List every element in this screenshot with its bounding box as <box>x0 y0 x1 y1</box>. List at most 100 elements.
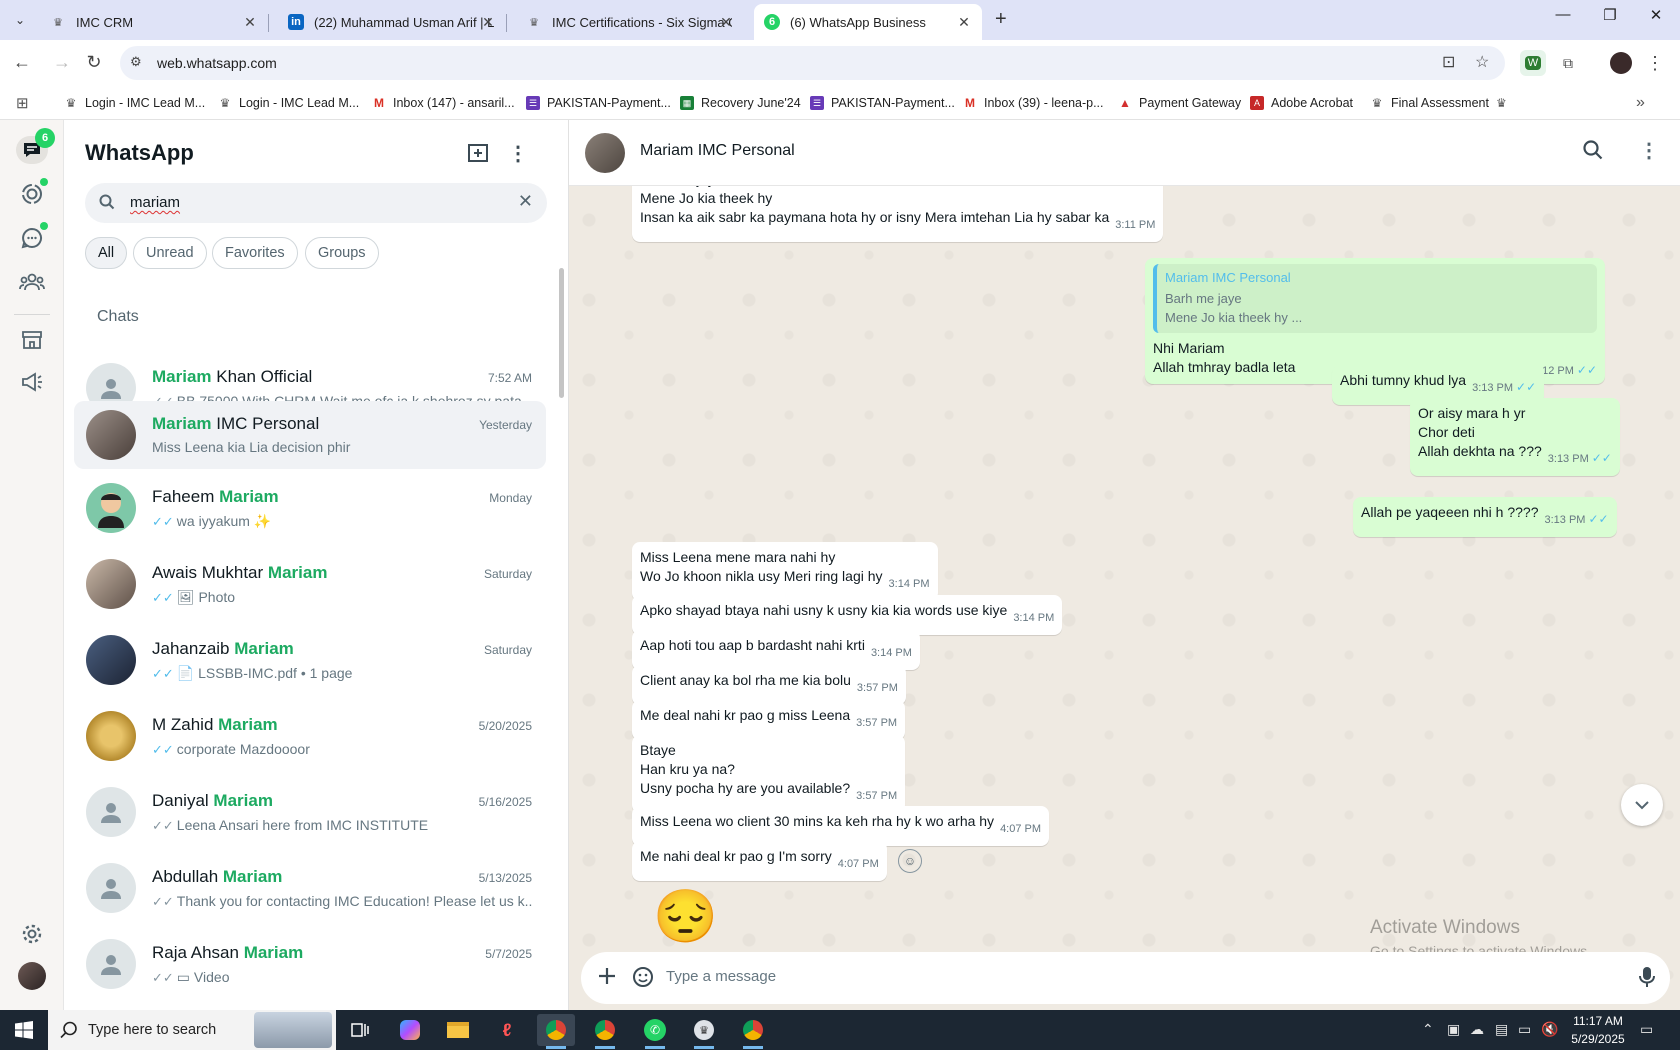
back-icon[interactable]: ← <box>10 52 34 73</box>
sticker-emoji-icon[interactable] <box>632 966 654 993</box>
scroll-down-button[interactable] <box>1621 784 1663 826</box>
copilot-icon[interactable] <box>391 1014 429 1046</box>
message-incoming[interactable]: Me nahi deal kr pao g I'm sorry 4:07 PM <box>632 841 887 881</box>
show-hidden-icons-icon[interactable]: ⌃ <box>1422 1021 1434 1038</box>
close-icon[interactable]: ✕ <box>718 14 734 31</box>
app-icon[interactable]: ℓ <box>488 1014 526 1046</box>
filter-all[interactable]: All <box>85 237 128 269</box>
site-info-icon[interactable]: ⚙ <box>130 54 142 70</box>
close-icon[interactable]: ✕ <box>480 14 496 31</box>
chat-row-selected[interactable]: Mariam IMC Personal Yesterday Miss Leena… <box>74 401 546 469</box>
taskbar-search[interactable]: Type here to search <box>48 1010 336 1050</box>
chat-row[interactable]: Jahanzaib Mariam Saturday ✓✓ 📄 LSSBB-IMC.… <box>74 624 546 696</box>
onedrive-icon[interactable]: ☁ <box>1470 1021 1484 1038</box>
react-emoji-icon[interactable]: ☺ <box>898 849 922 873</box>
tab-whatsapp-business[interactable]: 6 (6) WhatsApp Business ✕ <box>754 4 982 40</box>
install-app-icon[interactable]: ⊡ <box>1442 52 1455 72</box>
chat-row[interactable]: M Zahid Mariam 5/20/2025 ✓✓ corporate Maz… <box>74 700 546 772</box>
apps-grid-icon[interactable]: ⊞ <box>16 94 29 112</box>
advertise-icon[interactable] <box>18 368 46 396</box>
new-tab-icon[interactable]: + <box>995 8 1007 31</box>
chat-row[interactable]: Faheem Mariam Monday ✓✓ wa iyyakum ✨ <box>74 472 546 544</box>
scrollbar[interactable] <box>559 268 564 398</box>
browser-menu-icon[interactable]: ⋮ <box>1642 50 1668 76</box>
windows-start-icon[interactable] <box>0 1010 48 1050</box>
bookmark-item[interactable]: M Inbox (39) - leena-p... <box>963 94 1104 112</box>
search-input[interactable]: mariam ✕ <box>85 183 547 223</box>
whatsapp-extension-icon[interactable]: W <box>1520 50 1546 76</box>
task-view-icon[interactable] <box>341 1014 379 1046</box>
reload-icon[interactable]: ↻ <box>82 52 106 73</box>
filter-favorites[interactable]: Favorites <box>212 237 298 269</box>
settings-gear-icon[interactable] <box>18 920 46 948</box>
bookmark-star-icon[interactable]: ☆ <box>1475 52 1489 72</box>
chrome-icon[interactable] <box>586 1014 624 1049</box>
file-explorer-icon[interactable] <box>439 1014 477 1046</box>
close-icon[interactable]: ✕ <box>242 14 258 31</box>
notifications-icon[interactable]: ▭ <box>1640 1021 1653 1038</box>
message-outgoing[interactable]: Or aisy mara h yr Chor deti Allah dekhta… <box>1410 398 1620 476</box>
conversation-header[interactable]: Mariam IMC Personal ⋮ <box>569 120 1680 186</box>
attach-plus-icon[interactable] <box>597 966 617 991</box>
sticker-emoji[interactable]: 😔 <box>653 888 718 946</box>
network-icon[interactable]: ▭ <box>1518 1021 1531 1038</box>
message-incoming[interactable]: Aap hoti tou aap b bardasht nahi krti 3:1… <box>632 630 920 670</box>
contact-avatar[interactable] <box>585 133 625 173</box>
system-clock[interactable]: 11:17 AM 5/29/2025 <box>1563 1012 1633 1048</box>
filter-unread[interactable]: Unread <box>133 237 207 269</box>
bookmark-item[interactable]: ☰ PAKISTAN-Payment... <box>810 94 955 112</box>
chat-row[interactable]: Abdullah Mariam 5/13/2025 ✓✓ Thank you fo… <box>74 852 546 924</box>
bookmark-item[interactable]: ▦ Recovery June'24 <box>680 94 801 112</box>
message-incoming[interactable]: Client anay ka bol rha me kia bolu 3:57 P… <box>632 665 906 705</box>
minimize-icon[interactable]: — <box>1548 6 1578 23</box>
bookmark-item[interactable]: ♛ Final Assessment <box>1370 94 1489 112</box>
app-icon[interactable]: ♛ <box>685 1014 723 1049</box>
message-input-placeholder[interactable]: Type a message <box>666 968 776 985</box>
bookmark-item[interactable]: ♛ Login - IMC Lead M... <box>64 94 206 112</box>
profile-avatar[interactable] <box>18 962 46 990</box>
volume-muted-icon[interactable]: 🔇 <box>1541 1021 1558 1038</box>
window-close-icon[interactable]: ✕ <box>1641 6 1671 24</box>
extensions-puzzle-icon[interactable]: ⧉ <box>1555 50 1581 76</box>
message-incoming[interactable]: Apko shayad btaya nahi usny k usny kia k… <box>632 595 1063 635</box>
communities-icon[interactable] <box>18 268 46 296</box>
filter-groups[interactable]: Groups <box>305 237 379 269</box>
quoted-message[interactable]: Mariam IMC Personal Barh me jaye Mene Jo… <box>1153 264 1597 333</box>
tray-app-icon[interactable]: ▤ <box>1495 1021 1508 1038</box>
chrome-icon[interactable] <box>537 1014 575 1049</box>
catalog-icon[interactable] <box>18 326 46 354</box>
tray-app-icon[interactable]: ▣ <box>1447 1021 1460 1038</box>
imc-logo-icon[interactable]: ♛ <box>1496 94 1507 112</box>
message-incoming[interactable]: Me deal nahi kr pao g miss Leena 3:57 PM <box>632 700 906 740</box>
tab-search-dropdown-icon[interactable]: ⌄ <box>8 8 32 32</box>
bookmark-item[interactable]: ▲ Payment Gateway <box>1118 94 1241 112</box>
bookmark-item[interactable]: ♛ Login - IMC Lead M... <box>218 94 360 112</box>
microphone-icon[interactable] <box>1639 966 1655 993</box>
message-outgoing[interactable]: Allah pe yaqeeen nhi h ???? 3:13 PM ✓✓ <box>1353 497 1617 537</box>
close-icon[interactable]: ✕ <box>956 14 972 31</box>
profile-avatar[interactable] <box>1608 50 1634 76</box>
chat-row[interactable]: Awais Mukhtar Mariam Saturday ✓✓ 🖼 Photo <box>74 548 546 620</box>
forward-icon[interactable]: → <box>50 52 74 73</box>
whatsapp-icon[interactable]: ✆ <box>636 1014 674 1049</box>
tab-imc-crm[interactable]: ♛ IMC CRM ✕ <box>40 4 269 40</box>
address-bar[interactable]: ⚙ web.whatsapp.com ⊡ ☆ <box>120 46 1505 80</box>
message-composer[interactable]: Type a message <box>581 952 1670 1004</box>
new-chat-icon[interactable] <box>465 140 491 166</box>
more-bookmarks-icon[interactable]: » <box>1636 94 1645 112</box>
restore-icon[interactable]: ❐ <box>1595 6 1625 24</box>
bookmark-item[interactable]: M Inbox (147) - ansaril... <box>372 94 515 112</box>
message-incoming[interactable]: Miss Leena wo client 30 mins ka keh rha … <box>632 806 1050 846</box>
contact-name[interactable]: Mariam IMC Personal <box>640 142 795 160</box>
tab-imc-certifications[interactable]: ♛ IMC Certifications - Six Sigma Green B… <box>516 4 744 40</box>
search-icon[interactable] <box>1583 140 1603 165</box>
tab-linkedin[interactable]: in (22) Muhammad Usman Arif | LinkedIn ✕ <box>278 4 507 40</box>
bookmark-item[interactable]: ☰ PAKISTAN-Payment... <box>526 94 671 112</box>
chat-row[interactable]: Daniyal Mariam 5/16/2025 ✓✓ Leena Ansari … <box>74 776 546 848</box>
chat-row[interactable]: Raja Ahsan Mariam 5/7/2025 ✓✓ ▭ Video <box>74 928 546 1000</box>
clear-search-icon[interactable]: ✕ <box>518 191 533 212</box>
menu-dots-icon[interactable]: ⋮ <box>505 140 531 166</box>
message-incoming[interactable]: Btaye Han kru ya na? Usny pocha hy are y… <box>632 735 906 813</box>
message-incoming[interactable]: Miss Leena mene mara nahi hy Wo Jo khoon… <box>632 542 938 601</box>
bookmark-item[interactable]: A Adobe Acrobat <box>1250 94 1353 112</box>
